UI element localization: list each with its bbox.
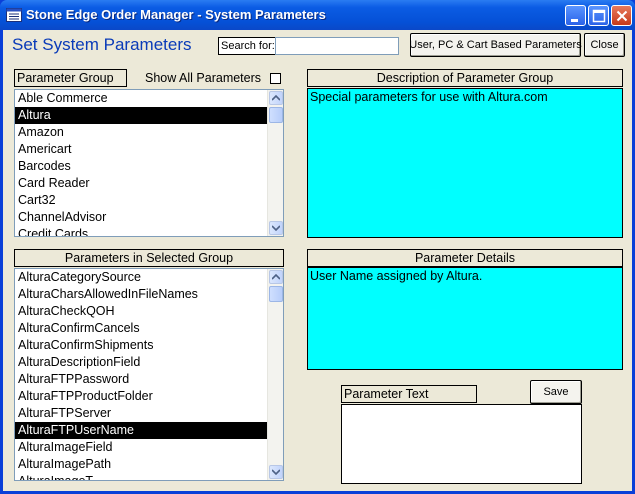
show-all-parameters-label: Show All Parameters bbox=[145, 71, 262, 85]
list-item[interactable]: Americart bbox=[15, 141, 283, 158]
user-pc-cart-parameters-button[interactable]: User, PC & Cart Based Parameters bbox=[409, 33, 582, 57]
scroll-up-button[interactable] bbox=[269, 91, 283, 105]
list-item[interactable]: ChannelAdvisor bbox=[15, 209, 283, 226]
list-item[interactable]: Amazon bbox=[15, 124, 283, 141]
chevron-up-icon bbox=[272, 95, 280, 101]
scroll-down-button[interactable] bbox=[269, 465, 283, 479]
params-scrollbar[interactable] bbox=[267, 269, 283, 480]
close-button[interactable]: Close bbox=[584, 33, 625, 57]
list-item[interactable]: AlturaConfirmCancels bbox=[15, 320, 283, 337]
group-description-text: Special parameters for use with Altura.c… bbox=[307, 88, 623, 238]
close-icon bbox=[616, 10, 628, 22]
list-item[interactable]: Cart32 bbox=[15, 192, 283, 209]
list-item[interactable]: Able Commerce bbox=[15, 90, 283, 107]
list-item[interactable]: AlturaCheckQOH bbox=[15, 303, 283, 320]
list-item[interactable]: Credit Cards bbox=[15, 226, 283, 236]
show-all-parameters-checkbox[interactable] bbox=[270, 73, 281, 84]
list-item[interactable]: AlturaImageField bbox=[15, 439, 283, 456]
chevron-up-icon bbox=[272, 274, 280, 280]
minimize-icon bbox=[571, 19, 578, 22]
parameter-group-label: Parameter Group bbox=[14, 69, 127, 87]
selected-group-params-list[interactable]: AlturaCategorySource AlturaCharsAllowedIn… bbox=[14, 268, 284, 481]
list-item[interactable]: Altura bbox=[15, 107, 283, 124]
list-item[interactable]: AlturaFTPServer bbox=[15, 405, 283, 422]
save-button[interactable]: Save bbox=[530, 380, 582, 404]
list-item[interactable]: AlturaFTPPassword bbox=[15, 371, 283, 388]
list-item[interactable]: AlturaConfirmShipments bbox=[15, 337, 283, 354]
selected-group-params-items: AlturaCategorySource AlturaCharsAllowedIn… bbox=[15, 269, 283, 480]
list-item[interactable]: AlturaFTPProductFolder bbox=[15, 388, 283, 405]
app-window: Stone Edge Order Manager - System Parame… bbox=[0, 0, 635, 494]
scroll-up-button[interactable] bbox=[269, 270, 283, 284]
parameter-group-list[interactable]: Able Commerce Altura Amazon Americart Barcod… bbox=[14, 89, 284, 237]
scroll-thumb[interactable] bbox=[269, 286, 283, 302]
parameter-text-input[interactable] bbox=[341, 404, 582, 484]
save-button-label: Save bbox=[543, 386, 569, 398]
parameter-group-items: Able Commerce Altura Amazon Americart Barcod… bbox=[15, 90, 283, 236]
selected-group-params-label: Parameters in Selected Group bbox=[14, 249, 284, 267]
minimize-button[interactable] bbox=[565, 5, 586, 26]
parameter-details-label: Parameter Details bbox=[307, 249, 623, 267]
scroll-down-button[interactable] bbox=[269, 221, 283, 235]
parameter-details-text: User Name assigned by Altura. bbox=[307, 267, 623, 370]
chevron-down-icon bbox=[272, 469, 280, 475]
list-item[interactable]: AlturaFTPUserName bbox=[15, 422, 283, 439]
list-item[interactable]: Card Reader bbox=[15, 175, 283, 192]
list-item[interactable]: AlturaImageT bbox=[15, 473, 283, 480]
list-item[interactable]: AlturaImagePath bbox=[15, 456, 283, 473]
scroll-thumb[interactable] bbox=[269, 107, 283, 123]
search-label: Search for: bbox=[218, 37, 276, 55]
chevron-down-icon bbox=[272, 225, 280, 231]
maximize-icon bbox=[592, 9, 606, 23]
maximize-button[interactable] bbox=[588, 5, 609, 26]
search-input[interactable] bbox=[275, 37, 399, 55]
form-body: Set System Parameters Search for: User, … bbox=[3, 30, 632, 491]
list-item[interactable]: Barcodes bbox=[15, 158, 283, 175]
list-item[interactable]: AlturaCategorySource bbox=[15, 269, 283, 286]
application-menu-icon[interactable] bbox=[6, 8, 22, 22]
page-title: Set System Parameters bbox=[12, 35, 192, 54]
user-pc-cart-parameters-label: User, PC & Cart Based Parameters bbox=[409, 39, 582, 51]
list-item[interactable]: AlturaCharsAllowedInFileNames bbox=[15, 286, 283, 303]
window-title: Stone Edge Order Manager - System Parame… bbox=[26, 7, 326, 22]
group-description-label: Description of Parameter Group bbox=[307, 69, 623, 87]
close-window-button[interactable] bbox=[611, 5, 632, 26]
list-item[interactable]: AlturaDescriptionField bbox=[15, 354, 283, 371]
parameter-text-label: Parameter Text bbox=[341, 385, 477, 403]
parameter-group-scrollbar[interactable] bbox=[267, 90, 283, 236]
close-button-label: Close bbox=[590, 39, 619, 51]
title-bar[interactable]: Stone Edge Order Manager - System Parame… bbox=[0, 0, 635, 30]
